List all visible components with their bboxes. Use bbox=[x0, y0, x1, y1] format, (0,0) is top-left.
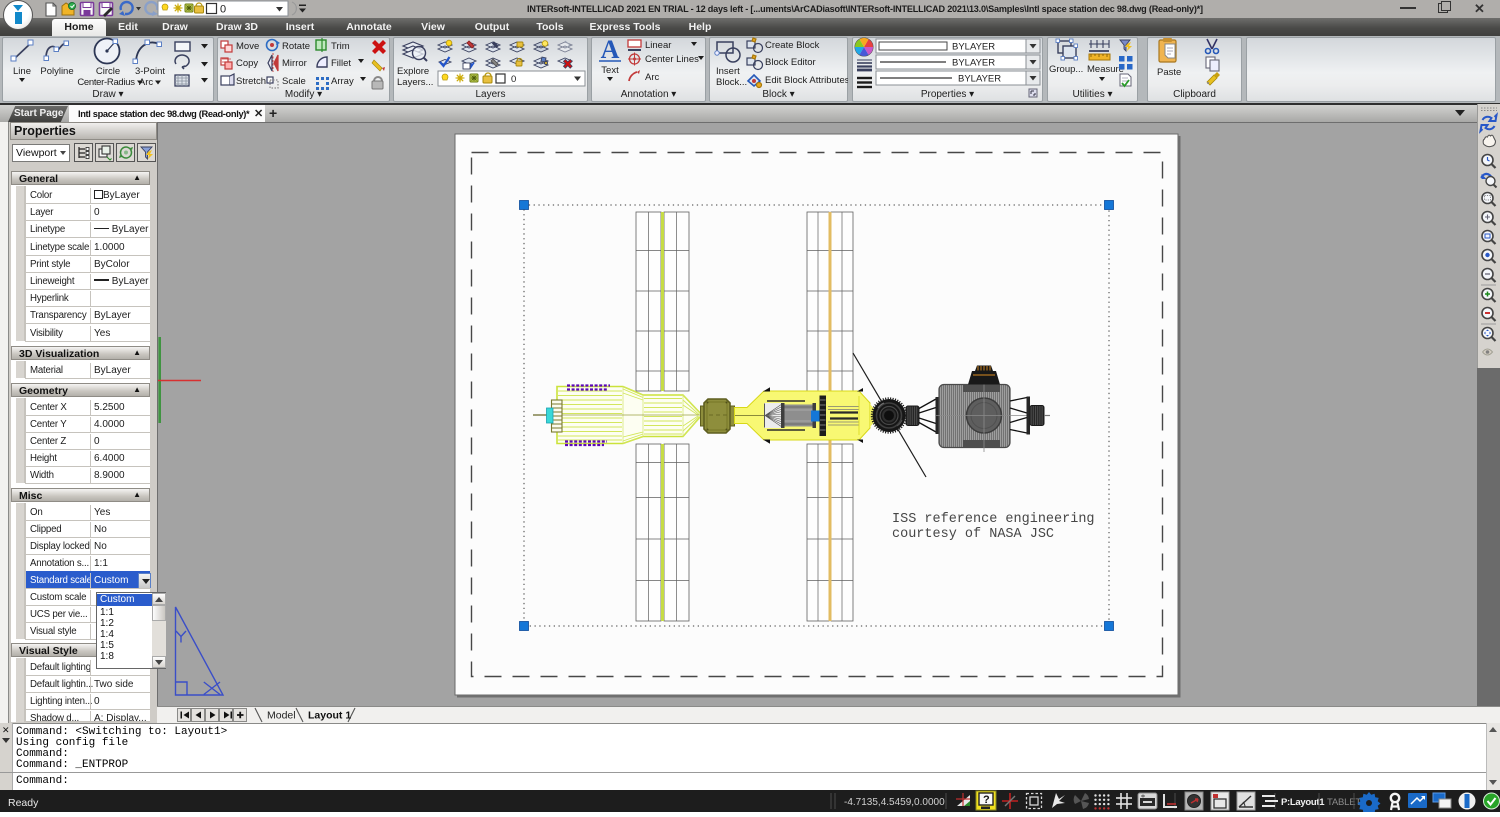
svg-text:Measure: Measure bbox=[1087, 64, 1124, 75]
svg-text:Line: Line bbox=[13, 66, 31, 77]
svg-text:3-Point: 3-Point bbox=[135, 66, 165, 77]
svg-text:BYLAYER: BYLAYER bbox=[958, 74, 1001, 85]
svg-text:?: ? bbox=[983, 794, 990, 806]
svg-text:Edit Block Attributes: Edit Block Attributes bbox=[765, 75, 848, 86]
svg-text:Center Lines: Center Lines bbox=[645, 54, 699, 65]
svg-text:Arc: Arc bbox=[645, 72, 660, 83]
svg-text:Trim: Trim bbox=[331, 41, 350, 52]
svg-text:Group...: Group... bbox=[1049, 64, 1083, 75]
svg-text:Rotate: Rotate bbox=[282, 41, 310, 52]
svg-text:Explore: Explore bbox=[397, 66, 429, 77]
svg-text:0: 0 bbox=[511, 74, 516, 85]
svg-text:Paste: Paste bbox=[1157, 67, 1181, 78]
svg-text:Circle: Circle bbox=[96, 66, 120, 77]
svg-text:Model: Model bbox=[267, 710, 296, 722]
svg-text:Mirror: Mirror bbox=[282, 58, 307, 69]
svg-text:Polyline: Polyline bbox=[40, 66, 73, 77]
svg-text:A: A bbox=[601, 36, 620, 64]
svg-text:Stretch: Stretch bbox=[236, 76, 266, 87]
svg-text:Array: Array bbox=[331, 76, 354, 87]
svg-text:courtesy of NASA JSC: courtesy of NASA JSC bbox=[892, 527, 1054, 542]
svg-text:ISS reference engineering: ISS reference engineering bbox=[892, 512, 1095, 527]
svg-text:Layout 1: Layout 1 bbox=[308, 710, 351, 722]
svg-text:Linear: Linear bbox=[645, 40, 671, 51]
svg-text:BYLAYER: BYLAYER bbox=[952, 58, 995, 69]
svg-text:0: 0 bbox=[220, 4, 226, 16]
svg-text:Text: Text bbox=[601, 65, 619, 76]
svg-text:BYLAYER: BYLAYER bbox=[952, 42, 995, 53]
svg-text:Copy: Copy bbox=[236, 58, 258, 69]
svg-text:Fillet: Fillet bbox=[331, 58, 351, 69]
svg-text:Layers...: Layers... bbox=[397, 77, 433, 88]
svg-text:Block Editor: Block Editor bbox=[765, 57, 816, 68]
svg-text:Create Block: Create Block bbox=[765, 40, 820, 51]
svg-text:Insert: Insert bbox=[716, 66, 740, 77]
svg-text:Move: Move bbox=[236, 41, 259, 52]
svg-text:Block...: Block... bbox=[716, 77, 747, 88]
svg-text:Center-Radius: Center-Radius bbox=[77, 77, 135, 88]
svg-text:Scale: Scale bbox=[282, 76, 306, 87]
svg-text:Arc: Arc bbox=[139, 77, 154, 88]
